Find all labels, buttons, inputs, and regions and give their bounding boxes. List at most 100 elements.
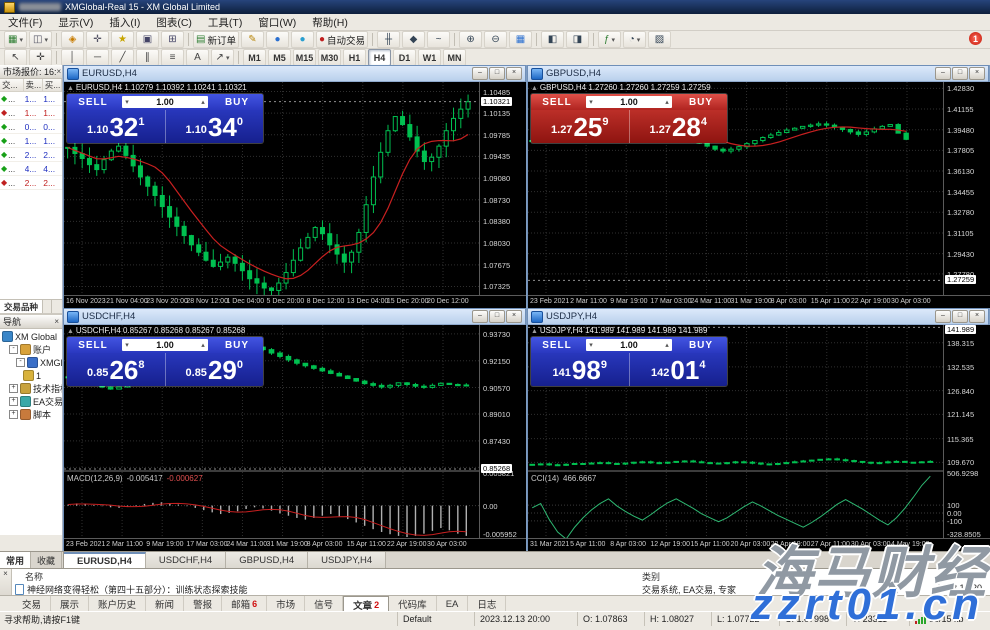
terminal-button[interactable]: ▣ (136, 31, 159, 48)
arrange-1-button[interactable]: ◧ (541, 31, 564, 48)
buy-button[interactable]: BUY (211, 97, 263, 108)
templates-button[interactable]: ▨ (648, 31, 671, 48)
buy-button[interactable]: BUY (211, 340, 263, 351)
chart-window-usdchf[interactable]: USDCHF,H4–□×MACD(12,26,9)-0.005417-0.000… (63, 308, 526, 550)
arrange-2-button[interactable]: ◨ (566, 31, 589, 48)
price-axis[interactable]: 1.104851.101351.097851.094351.090801.087… (479, 82, 526, 296)
timeframe-h1[interactable]: H1 (343, 49, 366, 66)
market-watch-button[interactable]: ◈ (61, 31, 84, 48)
line-chart-mode-button[interactable]: ~ (427, 31, 450, 48)
time-axis[interactable]: 23 Feb 20212 Mar 11:009 Mar 19:0017 Mar … (528, 295, 990, 308)
close-icon[interactable]: × (57, 67, 62, 76)
close-icon[interactable]: × (54, 317, 59, 326)
collapse-icon[interactable]: - (9, 345, 18, 354)
tree-item[interactable]: +脚本 (0, 408, 62, 421)
zoom-in-button[interactable]: ⊕ (459, 31, 482, 48)
terminal-tab-邮箱[interactable]: 邮箱6 (222, 596, 267, 612)
periods-button[interactable]: ◔▾ (623, 31, 646, 48)
chat-button[interactable]: ● (266, 31, 289, 48)
menu-item-1[interactable]: 显示(V) (50, 14, 101, 30)
fibonacci-button[interactable]: ≡ (161, 49, 184, 66)
collapse-arrow-icon[interactable]: ▲ (531, 328, 540, 335)
chart-window-titlebar[interactable]: GBPUSD,H4–□× (528, 66, 988, 82)
price-axis[interactable]: 0.937300.921500.905700.890100.874300.858… (479, 325, 526, 539)
market-watch-row[interactable]: ◆...1...1... (0, 92, 62, 106)
terminal-tab-展示[interactable]: 展示 (51, 596, 89, 612)
chart-tab-usdchf[interactable]: USDCHF,H4 (146, 552, 226, 569)
bar-chart-mode-button[interactable]: ╫ (377, 31, 400, 48)
restore-button[interactable]: □ (489, 67, 505, 80)
timeframe-m5[interactable]: M5 (268, 49, 291, 66)
time-axis[interactable]: 23 Feb 20212 Mar 11:009 Mar 19:0017 Mar … (64, 538, 526, 551)
chart-area[interactable]: 1.428301.411551.394801.378051.361301.344… (528, 82, 990, 308)
buy-price[interactable]: 142014 (630, 353, 728, 386)
chart-area[interactable]: CCI(14)466.6667138.315132.535126.840121.… (528, 325, 990, 551)
tree-item[interactable]: -账户 (0, 343, 62, 356)
terminal-col-name[interactable]: 名称 (25, 570, 43, 583)
timeframe-w1[interactable]: W1 (418, 49, 441, 66)
restore-button[interactable]: □ (489, 310, 505, 323)
tree-item[interactable]: +EA交易 (0, 395, 62, 408)
zoom-out-button[interactable]: ⊖ (484, 31, 507, 48)
timeframe-d1[interactable]: D1 (393, 49, 416, 66)
expand-icon[interactable]: + (9, 384, 18, 393)
menu-item-6[interactable]: 帮助(H) (304, 14, 356, 30)
profiles-button[interactable]: ◫▾ (29, 31, 52, 48)
market-watch-row[interactable]: ◆...0...0... (0, 120, 62, 134)
collapse-icon[interactable]: - (16, 358, 25, 367)
lot-increase-button[interactable]: ▴ (662, 341, 672, 349)
mw-col-header-0[interactable]: 交... (0, 79, 24, 91)
restore-button[interactable]: □ (952, 310, 968, 323)
minimize-button[interactable]: – (935, 67, 951, 80)
sell-price[interactable]: 141989 (531, 353, 630, 386)
market-watch-row[interactable]: ◆...4...4... (0, 162, 62, 176)
lot-increase-button[interactable]: ▴ (662, 98, 672, 106)
menu-item-3[interactable]: 图表(C) (148, 14, 200, 30)
market-watch-tab-1[interactable] (43, 300, 52, 313)
lot-size-field[interactable]: ▾1.00▴ (122, 339, 208, 351)
buy-button[interactable]: BUY (675, 97, 727, 108)
market-watch-row[interactable]: ◆...1...1... (0, 134, 62, 148)
sell-price[interactable]: 1.10321 (67, 110, 166, 143)
sell-button[interactable]: SELL (67, 340, 119, 351)
market-watch-row[interactable]: ◆...2...2... (0, 148, 62, 162)
close-button[interactable]: × (506, 67, 522, 80)
sell-button[interactable]: SELL (531, 340, 583, 351)
mw-col-header-1[interactable]: 卖... (24, 79, 43, 91)
channel-button[interactable]: ∥ (136, 49, 159, 66)
buy-price[interactable]: 0.85290 (166, 353, 264, 386)
tree-item[interactable]: +技术指标 (0, 382, 62, 395)
timeframe-m30[interactable]: M30 (318, 49, 341, 66)
terminal-tab-账户历史[interactable]: 账户历史 (89, 596, 146, 612)
navigator-button[interactable]: ★ (111, 31, 134, 48)
candlestick-mode-button[interactable]: ◆ (402, 31, 425, 48)
community-button[interactable]: ● (291, 31, 314, 48)
chart-window-eurusd[interactable]: EURUSD,H4–□×1.104851.101351.097851.09435… (63, 65, 526, 307)
terminal-col-category[interactable]: 类别 (642, 570, 660, 583)
chart-window-titlebar[interactable]: EURUSD,H4–□× (64, 66, 525, 82)
chart-window-gbpusd[interactable]: GBPUSD,H4–□×1.428301.411551.394801.37805… (527, 65, 989, 307)
close-button[interactable]: × (506, 310, 522, 323)
new-chart-button[interactable]: ▦▾ (4, 31, 27, 48)
lot-decrease-button[interactable]: ▾ (122, 341, 132, 349)
tree-item[interactable]: 1 (0, 369, 62, 382)
sell-button[interactable]: SELL (67, 97, 119, 108)
buy-button[interactable]: BUY (675, 340, 727, 351)
terminal-tab-代码库[interactable]: 代码库 (389, 596, 437, 612)
horizontal-line-button[interactable]: ─ (86, 49, 109, 66)
chart-window-usdjpy[interactable]: USDJPY,H4–□×CCI(14)466.6667138.315132.53… (527, 308, 989, 550)
minimize-button[interactable]: – (472, 67, 488, 80)
expand-icon[interactable]: + (9, 397, 18, 406)
sell-price[interactable]: 1.27259 (531, 110, 630, 143)
sell-button[interactable]: SELL (531, 97, 583, 108)
strategy-tester-button[interactable]: ⊞ (161, 31, 184, 48)
minimize-button[interactable]: – (935, 310, 951, 323)
terminal-tab-新闻[interactable]: 新闻 (146, 596, 184, 612)
buy-price[interactable]: 1.27284 (630, 110, 728, 143)
time-axis[interactable]: 16 Nov 202321 Nov 04:0023 Nov 20:0028 No… (64, 295, 526, 308)
indicators-button[interactable]: ƒ▾ (598, 31, 621, 48)
minimize-button[interactable]: – (472, 310, 488, 323)
collapse-arrow-icon[interactable]: ▲ (531, 85, 540, 92)
autotrading-button[interactable]: ●自动交易 (316, 31, 368, 48)
terminal-side-strip[interactable]: × (0, 569, 12, 596)
